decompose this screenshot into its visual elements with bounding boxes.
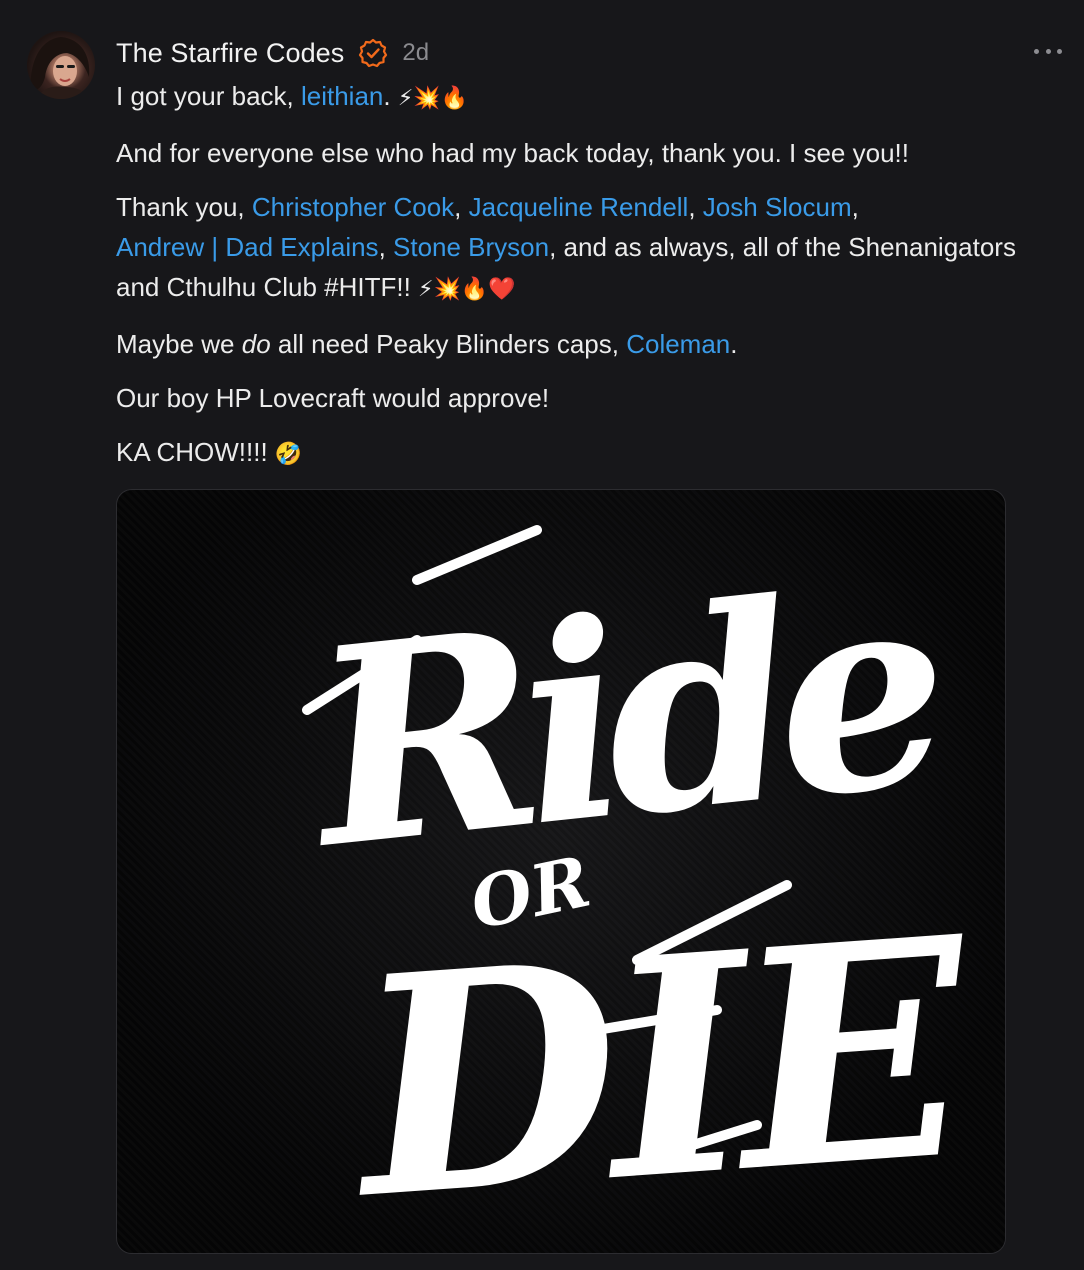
post-card: The Starfire Codes 2d I got your back, l… — [0, 0, 1084, 1270]
post-image[interactable]: Ride OR DIE — [116, 489, 1006, 1254]
more-options-icon[interactable] — [1031, 42, 1065, 60]
mention-coleman[interactable]: Coleman — [626, 329, 730, 359]
paragraph-6: KA CHOW!!!! 🤣 — [116, 437, 303, 467]
mention-andrew-dad-explains[interactable]: Andrew | Dad Explains — [116, 232, 379, 262]
paragraph-2: And for everyone else who had my back to… — [116, 138, 909, 168]
author-name[interactable]: The Starfire Codes — [116, 38, 344, 69]
author-avatar[interactable] — [27, 31, 95, 99]
mention-stone-bryson[interactable]: Stone Bryson — [393, 232, 549, 262]
emoji-rofl: 🤣 — [274, 442, 303, 467]
mention-josh-slocum[interactable]: Josh Slocum — [703, 192, 852, 222]
artwork-word-ride: Ride — [292, 527, 952, 909]
verified-badge-icon — [359, 38, 388, 68]
paragraph-4: Maybe we do all need Peaky Blinders caps… — [116, 329, 738, 359]
mention-jacqueline-rendell[interactable]: Jacqueline Rendell — [469, 192, 689, 222]
post-timestamp[interactable]: 2d — [402, 39, 429, 67]
post-body: I got your back, leithian. ⚡💥🔥 And for e… — [116, 76, 1056, 489]
ride-or-die-artwork: Ride OR DIE — [292, 525, 985, 1254]
artwork-word-die: DIE — [338, 870, 985, 1254]
emoji-bolt-boom-fire-heart: ⚡💥🔥❤️ — [418, 277, 516, 302]
paragraph-3: Thank you, Christopher Cook, Jacqueline … — [116, 192, 1016, 302]
emoji-bolt-boom-fire: ⚡💥🔥 — [397, 86, 469, 111]
mention-christopher-cook[interactable]: Christopher Cook — [252, 192, 454, 222]
paragraph-1: I got your back, leithian. ⚡💥🔥 — [116, 81, 469, 111]
paragraph-5: Our boy HP Lovecraft would approve! — [116, 383, 550, 413]
post-header: The Starfire Codes 2d — [116, 34, 429, 72]
mention-leithian[interactable]: leithian — [301, 81, 383, 111]
